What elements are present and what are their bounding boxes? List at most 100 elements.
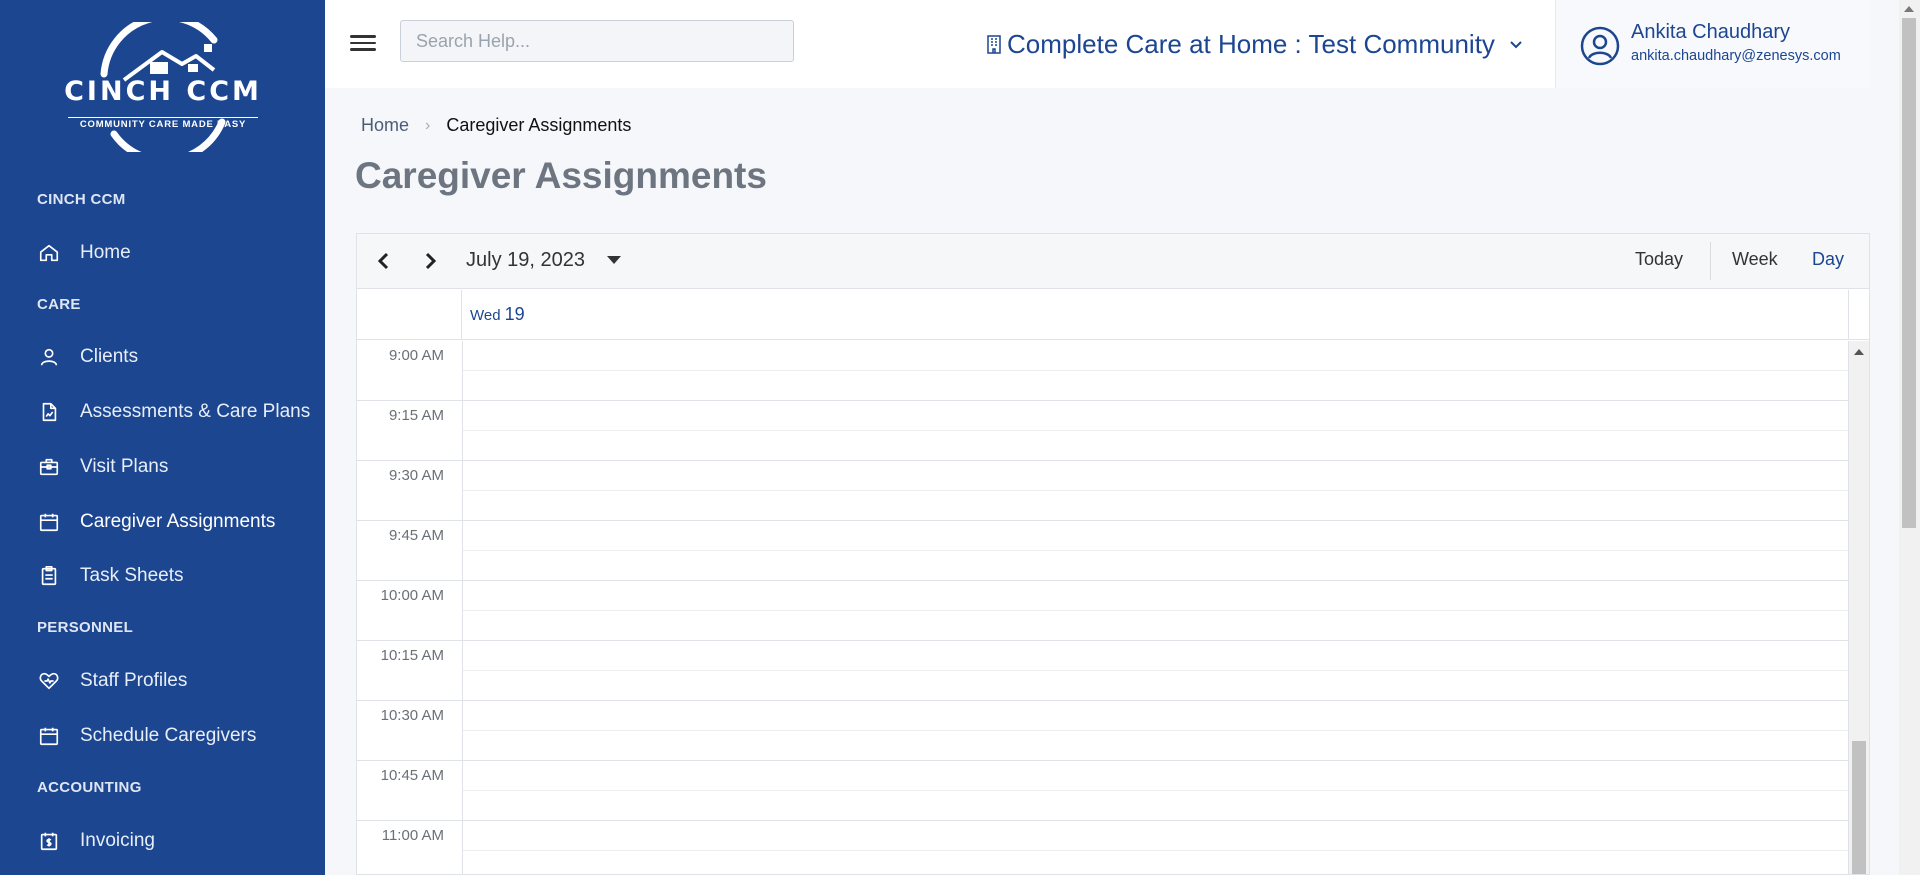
time-slot-cell[interactable] bbox=[463, 341, 1848, 401]
day-header-date[interactable]: Wed 19 bbox=[470, 304, 525, 325]
time-gutter-header bbox=[357, 290, 462, 340]
chevron-left-icon bbox=[377, 252, 389, 270]
toolbar-divider bbox=[1710, 242, 1711, 280]
sidebar-item-schedule-caregivers[interactable]: Schedule Caregivers bbox=[0, 713, 325, 759]
logo-text: CINCH CCM bbox=[64, 76, 262, 107]
time-slot-label: 10:30 AM bbox=[380, 707, 444, 724]
breadcrumb-chevron-icon: › bbox=[425, 116, 431, 134]
calendar-icon bbox=[38, 511, 60, 533]
time-grid: 9:00 AM 9:15 AM 9:30 AM 9:45 AM 10:00 AM 10:1… bbox=[357, 341, 1848, 874]
calendar-toolbar: July 19, 2023 Today Week Day bbox=[357, 234, 1869, 289]
day-view-button[interactable]: Day bbox=[1812, 249, 1844, 270]
scrollbar-thumb[interactable] bbox=[1902, 18, 1916, 528]
hamburger-menu-icon[interactable] bbox=[350, 31, 376, 55]
sidebar-item-label: Home bbox=[80, 242, 131, 263]
current-date-label[interactable]: July 19, 2023 bbox=[466, 249, 585, 272]
user-icon bbox=[38, 346, 60, 368]
sidebar-item-label: Staff Profiles bbox=[80, 670, 188, 691]
top-header: Complete Care at Home : Test Community A… bbox=[325, 0, 1870, 88]
day-header-weekday: Wed bbox=[470, 307, 501, 324]
sidebar-item-label: Caregiver Assignments bbox=[80, 511, 276, 532]
time-slot-label: 10:45 AM bbox=[380, 767, 444, 784]
scroll-up-arrow-icon[interactable] bbox=[1904, 6, 1914, 12]
header-scroll-gutter bbox=[1848, 290, 1869, 340]
time-slot-label: 9:45 AM bbox=[388, 527, 444, 544]
user-email: ankita.chaudhary@zenesys.com bbox=[1631, 48, 1841, 64]
breadcrumb: Home › Caregiver Assignments bbox=[361, 115, 631, 136]
time-slot-label: 9:15 AM bbox=[388, 407, 444, 424]
community-name: Complete Care at Home : Test Community bbox=[1007, 28, 1495, 59]
time-slot-cell[interactable] bbox=[463, 641, 1848, 701]
time-slot-cell[interactable] bbox=[463, 461, 1848, 521]
section-title-personnel: PERSONNEL bbox=[37, 619, 134, 636]
day-header: Wed 19 bbox=[357, 290, 1869, 340]
time-slot-label: 10:00 AM bbox=[380, 587, 444, 604]
time-slot-row: 9:00 AM bbox=[357, 341, 1848, 401]
building-icon bbox=[987, 35, 1001, 54]
today-button[interactable]: Today bbox=[1635, 249, 1683, 270]
time-slot-label: 11:00 AM bbox=[381, 827, 444, 844]
time-slot-label: 9:00 AM bbox=[388, 347, 444, 364]
calendar-scrollbar[interactable] bbox=[1848, 341, 1869, 874]
sidebar-item-label: Visit Plans bbox=[80, 456, 169, 477]
sidebar-item-staff-profiles[interactable]: Staff Profiles bbox=[0, 658, 325, 704]
previous-day-button[interactable] bbox=[371, 248, 397, 274]
sidebar-item-assessments[interactable]: Assessments & Care Plans bbox=[0, 389, 325, 435]
sidebar-item-home[interactable]: Home bbox=[0, 230, 325, 276]
calendar-icon bbox=[38, 725, 60, 747]
week-view-button[interactable]: Week bbox=[1732, 249, 1778, 270]
cinch-ccm-logo[interactable]: CINCH CCM COMMUNITY CARE MADE EASY bbox=[64, 13, 262, 164]
home-icon bbox=[38, 242, 60, 264]
time-slot-row: 10:45 AM bbox=[357, 761, 1848, 821]
time-slot-cell[interactable] bbox=[463, 401, 1848, 461]
time-slot-cell[interactable] bbox=[463, 821, 1848, 874]
briefcase-icon bbox=[38, 456, 60, 478]
time-slot-row: 10:15 AM bbox=[357, 641, 1848, 701]
scheduler-calendar: July 19, 2023 Today Week Day Wed 19 9:00 … bbox=[356, 233, 1870, 875]
search-help-input[interactable] bbox=[400, 20, 794, 62]
breadcrumb-home-link[interactable]: Home bbox=[361, 115, 409, 136]
time-slot-row: 9:45 AM bbox=[357, 521, 1848, 581]
sidebar-item-label: Schedule Caregivers bbox=[80, 725, 257, 746]
sidebar-item-label: Assessments & Care Plans bbox=[80, 401, 311, 422]
day-header-day-number: 19 bbox=[504, 304, 525, 324]
clipboard-icon bbox=[38, 565, 60, 587]
scroll-up-arrow-icon[interactable] bbox=[1854, 349, 1864, 355]
time-slot-cell[interactable] bbox=[463, 521, 1848, 581]
section-title-care: CARE bbox=[37, 296, 81, 313]
page-scrollbar[interactable] bbox=[1899, 0, 1920, 875]
time-slot-row: 9:30 AM bbox=[357, 461, 1848, 521]
breadcrumb-current: Caregiver Assignments bbox=[446, 115, 632, 135]
time-slot-cell[interactable] bbox=[463, 581, 1848, 641]
sidebar-item-invoicing[interactable]: Invoicing bbox=[0, 818, 325, 864]
sidebar: CINCH CCM COMMUNITY CARE MADE EASY CINCH… bbox=[0, 0, 325, 875]
heart-icon bbox=[38, 670, 60, 692]
sidebar-item-label: Task Sheets bbox=[80, 565, 184, 586]
sidebar-item-clients[interactable]: Clients bbox=[0, 334, 325, 380]
time-slot-cell[interactable] bbox=[463, 701, 1848, 761]
time-slot-label: 10:15 AM bbox=[380, 647, 444, 664]
next-day-button[interactable] bbox=[417, 248, 443, 274]
time-slot-label: 9:30 AM bbox=[388, 467, 444, 484]
chevron-right-icon bbox=[425, 252, 437, 270]
scrollbar-thumb[interactable] bbox=[1852, 741, 1866, 874]
sidebar-item-label: Clients bbox=[80, 346, 139, 367]
time-slot-row: 11:00 AM bbox=[357, 821, 1848, 874]
time-slot-cell[interactable] bbox=[463, 761, 1848, 821]
sidebar-item-label: Invoicing bbox=[80, 830, 155, 851]
document-chart-icon bbox=[38, 401, 60, 423]
invoice-icon bbox=[38, 830, 60, 852]
logo-tagline: COMMUNITY CARE MADE EASY bbox=[68, 117, 258, 130]
sidebar-item-task-sheets[interactable]: Task Sheets bbox=[0, 553, 325, 599]
section-title-cinch-ccm: CINCH CCM bbox=[37, 191, 126, 208]
date-picker-caret-icon[interactable] bbox=[607, 256, 621, 264]
sidebar-item-visit-plans[interactable]: Visit Plans bbox=[0, 444, 325, 490]
user-avatar-icon bbox=[1580, 26, 1620, 66]
user-name: Ankita Chaudhary bbox=[1631, 21, 1790, 43]
chevron-down-icon bbox=[1510, 41, 1522, 49]
time-slot-row: 10:00 AM bbox=[357, 581, 1848, 641]
community-selector[interactable]: Complete Care at Home : Test Community bbox=[985, 26, 1525, 62]
time-slot-row: 10:30 AM bbox=[357, 701, 1848, 761]
user-profile-menu[interactable]: Ankita Chaudhary ankita.chaudhary@zenesy… bbox=[1555, 0, 1870, 88]
sidebar-item-caregiver-assignments[interactable]: Caregiver Assignments bbox=[0, 499, 325, 545]
